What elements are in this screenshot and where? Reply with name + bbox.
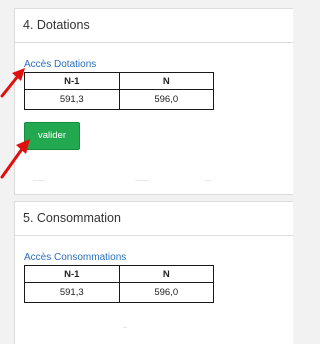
panel-title: 5. Consommation — [15, 202, 293, 236]
acces-dotations-link[interactable]: Accès Dotations — [24, 59, 293, 71]
divider — [205, 180, 211, 181]
acces-consommations-link[interactable]: Accès Consommations — [24, 252, 293, 264]
panel-body: Accès Consommations N-1 N 591,3 596,0 — [15, 252, 293, 303]
dotations-table: N-1 N 591,3 596,0 — [24, 72, 214, 110]
table-cell: 596,0 — [118, 282, 214, 303]
dotations-panel: 4. Dotations Accès Dotations N-1 N 591,3… — [14, 8, 293, 195]
consommation-table: N-1 N 591,3 596,0 — [24, 265, 214, 303]
column-header: N-1 — [24, 265, 120, 283]
divider — [123, 327, 127, 328]
table-row: 591,3 596,0 — [24, 89, 214, 110]
column-header: N-1 — [24, 72, 120, 90]
column-header: N — [118, 265, 214, 283]
column-header: N — [118, 72, 214, 90]
divider — [33, 180, 45, 181]
table-cell: 591,3 — [24, 282, 120, 303]
panel-title: 4. Dotations — [15, 9, 293, 43]
table-header-row: N-1 N — [24, 265, 214, 283]
consommation-panel: 5. Consommation Accès Consommations N-1 … — [14, 201, 293, 344]
table-header-row: N-1 N — [24, 72, 214, 90]
divider — [135, 180, 149, 181]
panel-body: Accès Dotations N-1 N 591,3 596,0 valide… — [15, 59, 293, 150]
table-row: 591,3 596,0 — [24, 282, 214, 303]
table-cell: 596,0 — [118, 89, 214, 110]
valider-button[interactable]: valider — [24, 122, 80, 150]
table-cell: 591,3 — [24, 89, 120, 110]
